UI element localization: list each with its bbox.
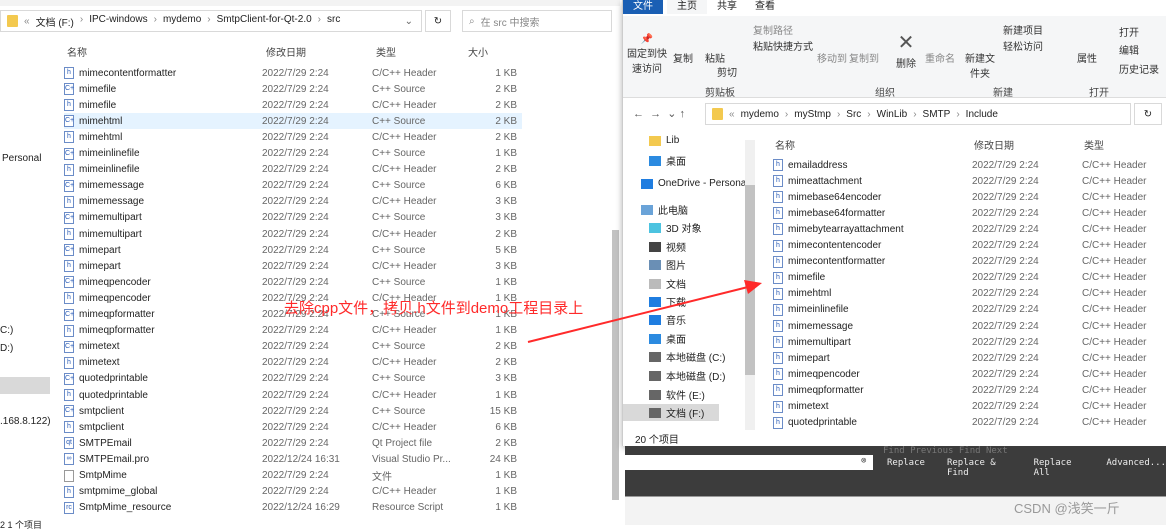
- watermark: CSDN @浅笑一斤: [1014, 501, 1120, 516]
- annotation-text: 去除cpp文件，拷贝.h文件到demo工程目录上: [284, 300, 584, 317]
- arrow-head: [744, 280, 762, 294]
- annotation-arrow: [527, 280, 762, 343]
